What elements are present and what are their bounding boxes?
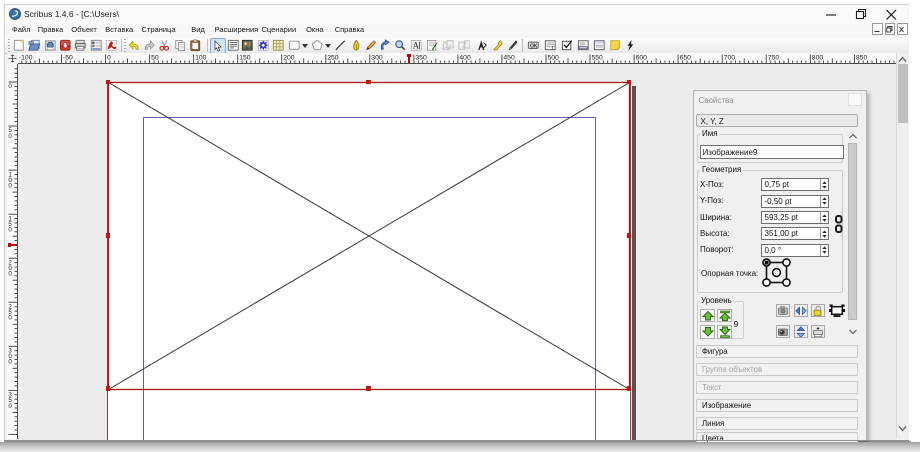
svg-text:850: 850 [855,55,867,62]
svg-text:0: 0 [8,227,12,234]
svg-text:0: 0 [107,55,111,62]
svg-text:150: 150 [239,55,251,62]
svg-text:-100: -100 [18,55,32,62]
svg-text:0: 0 [8,359,12,366]
svg-text:0: 0 [8,133,12,140]
svg-text:0: 0 [8,315,12,322]
svg-text:250: 250 [327,55,339,62]
svg-text:450: 450 [503,55,515,62]
svg-text:800: 800 [811,55,823,62]
svg-text:300: 300 [371,55,383,62]
svg-text:0: 0 [8,403,12,410]
svg-text:0: 0 [8,271,12,278]
svg-text:500: 500 [547,55,559,62]
svg-text:650: 650 [679,55,691,62]
svg-text:0: 0 [8,183,12,190]
svg-text:100: 100 [195,55,207,62]
svg-text:OK: OK [530,43,538,49]
svg-text:A: A [412,40,419,50]
svg-text:700: 700 [723,55,735,62]
svg-text:400: 400 [459,55,471,62]
svg-text:-50: -50 [63,55,73,62]
svg-text:750: 750 [767,55,779,62]
svg-text:0: 0 [8,83,12,90]
svg-text:50: 50 [151,55,159,62]
svg-text:550: 550 [591,55,603,62]
svg-text:200: 200 [283,55,295,62]
svg-text:600: 600 [635,55,647,62]
svg-text:350: 350 [415,55,427,62]
